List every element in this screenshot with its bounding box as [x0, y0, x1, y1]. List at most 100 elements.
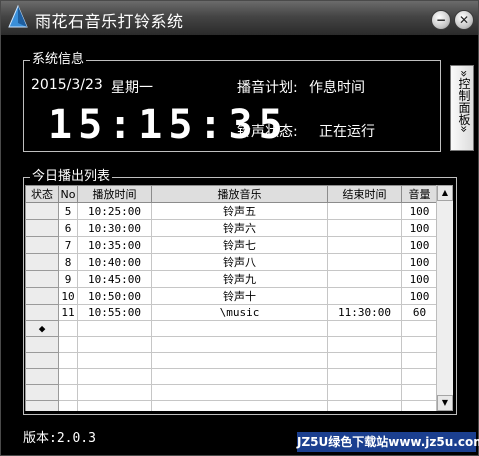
- cell-volume[interactable]: 100: [401, 219, 438, 237]
- column-header-music[interactable]: 播放音乐: [151, 185, 328, 203]
- column-header-end-time[interactable]: 结束时间: [327, 185, 402, 203]
- close-button[interactable]: ✕: [454, 10, 474, 30]
- cell-status[interactable]: [25, 270, 59, 288]
- cell-end[interactable]: [327, 320, 402, 337]
- cell-end[interactable]: [327, 400, 402, 411]
- table-row[interactable]: 6 10:30:00 铃声六 100: [25, 219, 438, 237]
- column-header-play-time[interactable]: 播放时间: [77, 185, 152, 203]
- cell-music[interactable]: \music: [151, 304, 328, 321]
- table-row[interactable]: 7 10:35:00 铃声七 100: [25, 236, 438, 254]
- title-bar[interactable]: 雨花石音乐打铃系统 − ✕: [1, 1, 478, 35]
- cell-music[interactable]: 铃声七: [151, 236, 328, 254]
- table-row[interactable]: 8 10:40:00 铃声八 100: [25, 253, 438, 271]
- cell-no[interactable]: [58, 384, 78, 401]
- cell-volume[interactable]: 100: [401, 236, 438, 254]
- playlist-grid[interactable]: 状态 No 播放时间 播放音乐 结束时间 音量 5 10:25:00 铃声五 100 6…: [25, 185, 452, 411]
- cell-status[interactable]: [25, 368, 59, 385]
- cell-no[interactable]: 6: [58, 219, 78, 237]
- table-row[interactable]: [25, 368, 438, 385]
- cell-end[interactable]: 11:30:00: [327, 304, 402, 321]
- cell-end[interactable]: [327, 384, 402, 401]
- cell-volume[interactable]: 100: [401, 287, 438, 305]
- cell-music[interactable]: 铃声十: [151, 287, 328, 305]
- column-header-status[interactable]: 状态: [25, 185, 59, 203]
- cell-status[interactable]: [25, 253, 59, 271]
- cell-time[interactable]: [77, 336, 152, 353]
- cell-end[interactable]: [327, 352, 402, 369]
- cell-no[interactable]: 7: [58, 236, 78, 254]
- cell-music[interactable]: [151, 400, 328, 411]
- cell-volume[interactable]: [401, 336, 438, 353]
- cell-status[interactable]: ◆: [25, 320, 59, 337]
- table-row[interactable]: [25, 400, 438, 411]
- cell-no[interactable]: 11: [58, 304, 78, 321]
- cell-time[interactable]: 10:35:00: [77, 236, 152, 254]
- scroll-up-button[interactable]: ▲: [437, 185, 453, 201]
- cell-end[interactable]: [327, 336, 402, 353]
- cell-music[interactable]: [151, 368, 328, 385]
- cell-volume[interactable]: [401, 400, 438, 411]
- cell-end[interactable]: [327, 236, 402, 254]
- table-row[interactable]: 10 10:50:00 铃声十 100: [25, 287, 438, 305]
- cell-volume[interactable]: 100: [401, 270, 438, 288]
- cell-volume[interactable]: [401, 384, 438, 401]
- scroll-down-button[interactable]: ▼: [437, 395, 453, 411]
- cell-end[interactable]: [327, 287, 402, 305]
- cell-time[interactable]: 10:55:00: [77, 304, 152, 321]
- cell-time[interactable]: 10:30:00: [77, 219, 152, 237]
- cell-time[interactable]: [77, 368, 152, 385]
- cell-volume[interactable]: 100: [401, 253, 438, 271]
- cell-time[interactable]: [77, 352, 152, 369]
- cell-volume[interactable]: 100: [401, 202, 438, 220]
- cell-status[interactable]: [25, 400, 59, 411]
- cell-no[interactable]: [58, 352, 78, 369]
- cell-music[interactable]: 铃声五: [151, 202, 328, 220]
- vertical-scrollbar[interactable]: ▲ ▼: [436, 185, 453, 411]
- cell-no[interactable]: 10: [58, 287, 78, 305]
- table-row[interactable]: [25, 384, 438, 401]
- cell-no[interactable]: [58, 320, 78, 337]
- cell-music[interactable]: [151, 352, 328, 369]
- cell-no[interactable]: [58, 368, 78, 385]
- cell-time[interactable]: 10:40:00: [77, 253, 152, 271]
- cell-no[interactable]: [58, 336, 78, 353]
- cell-volume[interactable]: [401, 368, 438, 385]
- cell-status[interactable]: [25, 236, 59, 254]
- table-row[interactable]: 11 10:55:00 \music 11:30:00 60: [25, 304, 438, 321]
- cell-end[interactable]: [327, 202, 402, 220]
- table-row[interactable]: 5 10:25:00 铃声五 100: [25, 202, 438, 220]
- cell-status[interactable]: [25, 384, 59, 401]
- cell-status[interactable]: [25, 202, 59, 220]
- cell-time[interactable]: 10:50:00: [77, 287, 152, 305]
- cell-music[interactable]: [151, 384, 328, 401]
- column-header-volume[interactable]: 音量: [401, 185, 438, 203]
- cell-music[interactable]: 铃声九: [151, 270, 328, 288]
- cell-end[interactable]: [327, 368, 402, 385]
- cell-status[interactable]: [25, 304, 59, 321]
- cell-time[interactable]: [77, 400, 152, 411]
- cell-volume[interactable]: 60: [401, 304, 438, 321]
- table-row[interactable]: [25, 352, 438, 369]
- cell-music[interactable]: 铃声六: [151, 219, 328, 237]
- table-row[interactable]: [25, 336, 438, 353]
- cell-end[interactable]: [327, 253, 402, 271]
- cell-time[interactable]: [77, 384, 152, 401]
- control-panel-button[interactable]: »控制面板»: [450, 65, 474, 151]
- cell-no[interactable]: 8: [58, 253, 78, 271]
- cell-volume[interactable]: [401, 352, 438, 369]
- minimize-button[interactable]: −: [431, 10, 451, 30]
- cell-no[interactable]: 9: [58, 270, 78, 288]
- column-header-no[interactable]: No: [58, 185, 78, 203]
- cell-end[interactable]: [327, 270, 402, 288]
- cell-no[interactable]: 5: [58, 202, 78, 220]
- cell-status[interactable]: [25, 352, 59, 369]
- cell-status[interactable]: [25, 336, 59, 353]
- cell-music[interactable]: [151, 336, 328, 353]
- cell-status[interactable]: [25, 219, 59, 237]
- cell-music[interactable]: [151, 320, 328, 337]
- cell-no[interactable]: [58, 400, 78, 411]
- cell-volume[interactable]: [401, 320, 438, 337]
- cell-music[interactable]: 铃声八: [151, 253, 328, 271]
- table-row[interactable]: 9 10:45:00 铃声九 100: [25, 270, 438, 288]
- cell-time[interactable]: 10:25:00: [77, 202, 152, 220]
